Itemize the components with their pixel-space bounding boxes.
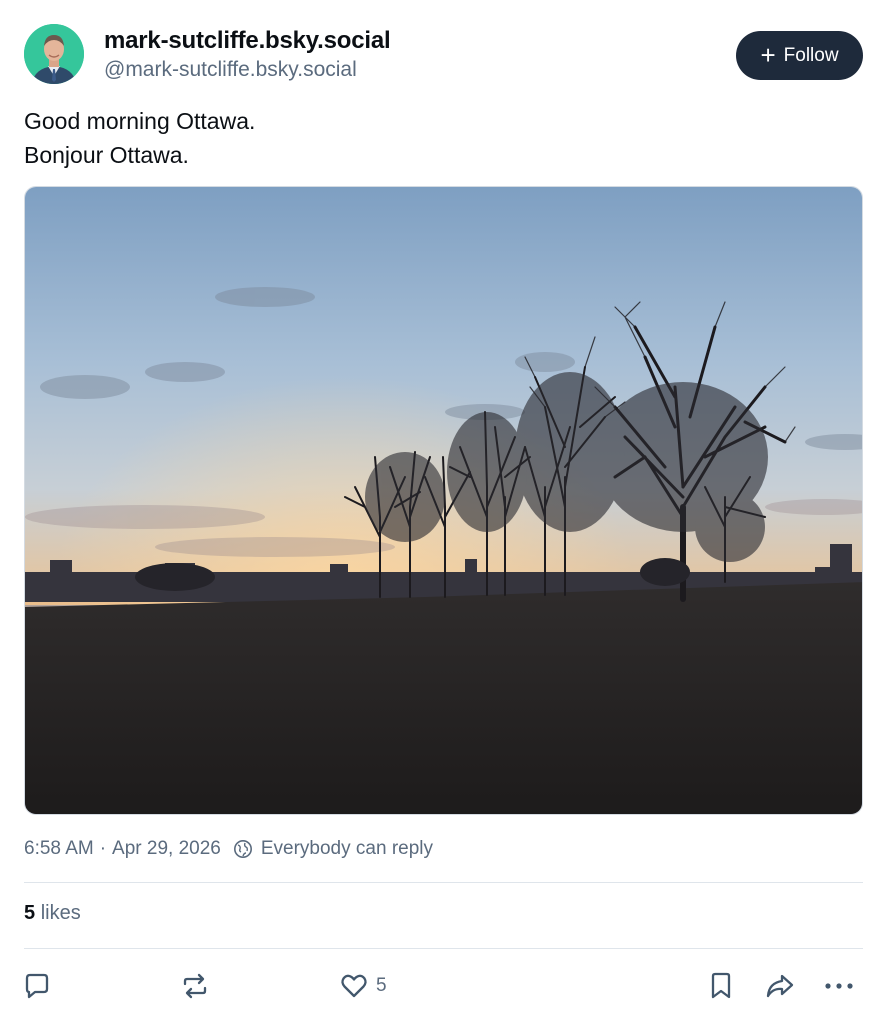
post-text-line: Bonjour Ottawa. bbox=[24, 142, 189, 168]
likes-summary[interactable]: 5 likes bbox=[24, 902, 81, 925]
repost-button[interactable] bbox=[180, 968, 210, 1004]
share-icon bbox=[766, 974, 794, 998]
reply-setting[interactable]: Everybody can reply bbox=[233, 838, 433, 860]
follow-label: Follow bbox=[783, 44, 839, 66]
post-image[interactable] bbox=[24, 186, 863, 815]
likes-count: 5 bbox=[24, 902, 36, 924]
follow-button[interactable]: + Follow bbox=[736, 31, 863, 80]
post-text-line: Good morning Ottawa. bbox=[24, 108, 256, 134]
more-options-button[interactable] bbox=[823, 968, 855, 1004]
divider bbox=[24, 882, 863, 883]
reply-button[interactable] bbox=[22, 968, 52, 1004]
likes-label: likes bbox=[40, 902, 81, 924]
more-icon bbox=[825, 983, 853, 989]
globe-icon bbox=[233, 840, 252, 858]
bookmark-icon bbox=[711, 972, 731, 999]
post-text: Good morning Ottawa. Bonjour Ottawa. bbox=[24, 104, 255, 172]
author-display-name[interactable]: mark-sutcliffe.bsky.social bbox=[104, 27, 391, 55]
post-thread-item: mark-sutcliffe.bsky.social @mark-sutclif… bbox=[0, 0, 887, 1024]
post-time[interactable]: 6:58 AM bbox=[24, 838, 94, 860]
plus-icon: + bbox=[760, 39, 776, 70]
repost-icon bbox=[183, 973, 207, 999]
divider bbox=[24, 948, 863, 949]
author-handle[interactable]: @mark-sutcliffe.bsky.social bbox=[104, 58, 357, 82]
post-date[interactable]: Apr 29, 2026 bbox=[112, 838, 221, 860]
reply-setting-label: Everybody can reply bbox=[260, 838, 434, 859]
reply-icon bbox=[25, 973, 49, 999]
heart-icon bbox=[341, 974, 367, 998]
like-button[interactable]: 5 bbox=[339, 968, 387, 1004]
bookmark-button[interactable] bbox=[706, 968, 736, 1004]
avatar[interactable] bbox=[24, 24, 84, 84]
post-meta: 6:58 AM · Apr 29, 2026 Everybody can rep… bbox=[24, 838, 433, 860]
like-count: 5 bbox=[376, 975, 387, 996]
share-button[interactable] bbox=[764, 968, 796, 1004]
meta-separator: · bbox=[99, 838, 107, 859]
